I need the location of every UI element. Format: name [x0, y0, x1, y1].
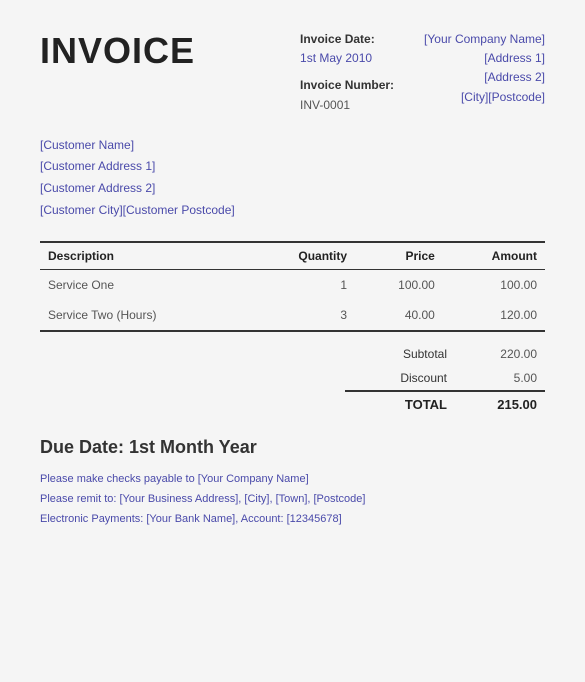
footer-line1: Please make checks payable to [Your Comp…: [40, 470, 545, 490]
col-price: Price: [355, 242, 443, 270]
col-quantity: Quantity: [247, 242, 355, 270]
row1-quantity: 1: [247, 270, 355, 301]
subtotal-row: Subtotal 220.00: [345, 342, 545, 366]
row1-price: 100.00: [355, 270, 443, 301]
row2-quantity: 3: [247, 300, 355, 331]
col-description: Description: [40, 242, 247, 270]
total-row: TOTAL 215.00: [345, 390, 545, 417]
company-address1: [Address 1]: [424, 49, 545, 68]
row2-price: 40.00: [355, 300, 443, 331]
subtotal-label: Subtotal: [353, 347, 467, 361]
customer-info: [Customer Name] [Customer Address 1] [Cu…: [40, 135, 545, 221]
table-row: Service One 1 100.00 100.00: [40, 270, 545, 301]
total-value: 215.00: [467, 397, 537, 412]
row2-description: Service Two (Hours): [40, 300, 247, 331]
footer-line3: Electronic Payments: [Your Bank Name], A…: [40, 510, 545, 530]
footer-line2: Please remit to: [Your Business Address]…: [40, 490, 545, 510]
customer-address2: [Customer Address 2]: [40, 178, 545, 200]
due-date-section: Due Date: 1st Month Year: [40, 437, 545, 458]
table-section: Description Quantity Price Amount Servic…: [40, 241, 545, 332]
header-section: INVOICE Invoice Date: 1st May 2010 Invoi…: [40, 30, 545, 115]
invoice-date-value: 1st May 2010: [300, 49, 394, 68]
table-row: Service Two (Hours) 3 40.00 120.00: [40, 300, 545, 331]
discount-label: Discount: [353, 371, 467, 385]
footer-section: Please make checks payable to [Your Comp…: [40, 470, 545, 529]
due-date-title: Due Date: 1st Month Year: [40, 437, 545, 458]
discount-row: Discount 5.00: [345, 366, 545, 390]
customer-city: [Customer City][Customer Postcode]: [40, 200, 545, 222]
col-amount: Amount: [443, 242, 545, 270]
company-city: [City][Postcode]: [424, 88, 545, 107]
invoice-date-label: Invoice Date:: [300, 30, 394, 49]
discount-value: 5.00: [467, 371, 537, 385]
invoice-title: INVOICE: [40, 30, 195, 72]
header-right: Invoice Date: 1st May 2010 Invoice Numbe…: [300, 30, 545, 115]
invoice-title-block: INVOICE: [40, 30, 195, 115]
row1-description: Service One: [40, 270, 247, 301]
invoice-date-section: Invoice Date: 1st May 2010 Invoice Numbe…: [300, 30, 394, 115]
row2-amount: 120.00: [443, 300, 545, 331]
customer-name: [Customer Name]: [40, 135, 545, 157]
invoice-number-label: Invoice Number:: [300, 76, 394, 95]
total-label: TOTAL: [353, 397, 467, 412]
company-info: [Your Company Name] [Address 1] [Address…: [424, 30, 545, 115]
company-name: [Your Company Name]: [424, 30, 545, 49]
customer-address1: [Customer Address 1]: [40, 156, 545, 178]
company-address2: [Address 2]: [424, 68, 545, 87]
invoice-number-value: INV-0001: [300, 96, 394, 115]
subtotal-value: 220.00: [467, 347, 537, 361]
invoice-table: Description Quantity Price Amount Servic…: [40, 241, 545, 332]
row1-amount: 100.00: [443, 270, 545, 301]
invoice-page: INVOICE Invoice Date: 1st May 2010 Invoi…: [0, 0, 585, 682]
totals-section: Subtotal 220.00 Discount 5.00 TOTAL 215.…: [40, 342, 545, 417]
